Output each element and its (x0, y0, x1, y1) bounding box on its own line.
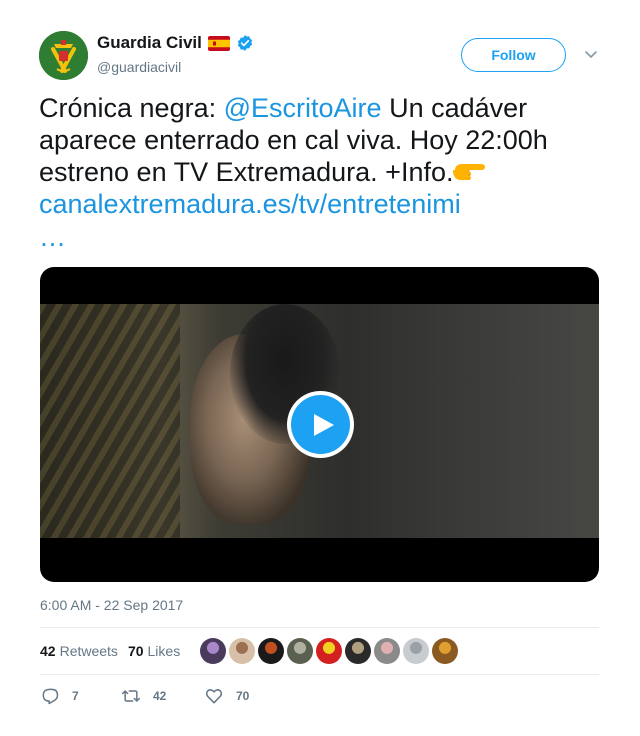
reply-action[interactable]: 7 (40, 686, 121, 706)
reply-icon (42, 688, 59, 705)
heart-icon (205, 689, 223, 704)
divider-bottom (40, 674, 599, 675)
play-button-circle (291, 395, 350, 454)
external-link[interactable]: canalextremadura.es/tv/entretenimi (39, 189, 461, 219)
retweet-icon (121, 690, 141, 702)
like-action[interactable]: 70 (204, 686, 249, 706)
guardia-civil-emblem-icon (39, 31, 88, 80)
play-button[interactable] (287, 391, 354, 458)
liker-avatar[interactable] (432, 638, 459, 664)
liker-avatar[interactable] (403, 638, 430, 664)
user-name[interactable]: Guardia Civil (97, 33, 202, 53)
retweets-label: Retweets (59, 643, 118, 659)
liker-avatar[interactable] (287, 638, 314, 664)
tweet-timestamp[interactable]: 6:00 AM - 22 Sep 2017 (40, 597, 183, 613)
tweet-text-prefix: Crónica negra: (39, 93, 224, 123)
liker-avatar[interactable] (200, 638, 227, 664)
likes-count: 70 (127, 643, 144, 659)
thumbnail-blinds (40, 304, 180, 538)
tweet-text: Crónica negra: @EscritoAire Un cadáver a… (39, 92, 599, 254)
mention-link[interactable]: @EscritoAire (224, 93, 382, 123)
like-count: 70 (236, 689, 250, 703)
spain-flag-icon (207, 35, 230, 51)
liker-avatar[interactable] (316, 638, 343, 664)
user-avatar[interactable] (39, 31, 88, 80)
play-icon (313, 413, 334, 436)
video-player[interactable] (40, 267, 599, 582)
follow-button[interactable]: Follow (461, 38, 566, 72)
liker-avatar[interactable] (258, 638, 285, 664)
pointing-right-hand-icon (453, 164, 486, 180)
reply-count: 7 (72, 689, 79, 703)
retweets-stat[interactable]: 42 Retweets (40, 643, 118, 659)
retweet-count: 42 (153, 689, 167, 703)
likers-avatars (200, 638, 459, 664)
liker-avatar[interactable] (374, 638, 401, 664)
retweets-count: 42 (40, 643, 56, 659)
likes-label: Likes (147, 643, 181, 659)
retweet-action[interactable]: 42 (121, 686, 204, 706)
liker-avatar[interactable] (345, 638, 372, 664)
chevron-down-icon[interactable] (583, 46, 599, 62)
user-name-row: Guardia Civil (97, 33, 254, 53)
user-handle[interactable]: @guardiacivil (97, 59, 181, 75)
tweet-stats: 42 Retweets 70 Likes (40, 628, 599, 674)
link-ellipsis[interactable]: … (39, 220, 599, 254)
liker-avatar[interactable] (229, 638, 256, 664)
likes-stat[interactable]: 70 Likes (128, 643, 180, 659)
verified-badge-icon (237, 35, 252, 51)
tweet-actions: 7 42 70 (40, 684, 249, 708)
